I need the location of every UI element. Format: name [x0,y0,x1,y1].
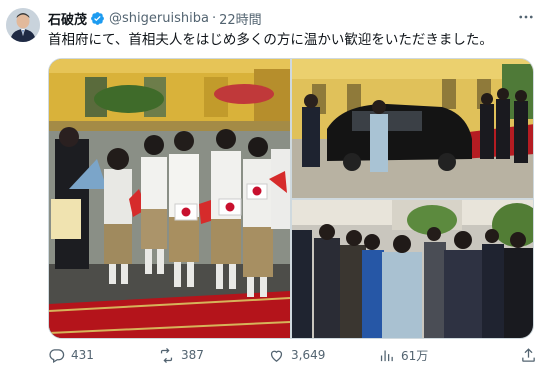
share-icon [522,347,535,362]
reply-icon [49,348,65,363]
views-count: 61万 [401,348,429,363]
reply-count: 431 [71,348,94,362]
heart-icon [270,350,283,362]
action-bar: 431 387 3,649 61万 [48,344,537,366]
repost-icon [160,347,173,363]
author-name[interactable]: 石破茂 [48,9,87,28]
like-count: 3,649 [291,348,326,362]
repost-count: 387 [181,348,204,362]
reply-button[interactable]: 431 [48,344,94,366]
post-time[interactable]: 22時間 [219,9,262,28]
photo-greeting-line[interactable] [292,200,533,338]
more-horizontal-icon [519,15,533,19]
share-button[interactable] [520,344,537,366]
author-handle[interactable]: @shigeruishiba [109,11,209,26]
post-text: 首相府にて、首相夫人をはじめ多くの方に温かい歓迎をいただきました。 [48,32,493,48]
media-grid [48,58,534,339]
photo-children-welcome[interactable] [49,59,290,338]
separator-dot: · [211,10,217,26]
analytics-icon [380,350,393,361]
post-header: 石破茂 @shigeruishiba · 22時間 [48,8,537,28]
verified-badge-icon [90,11,105,26]
more-options-button[interactable] [515,6,537,28]
repost-button[interactable]: 387 [158,344,204,366]
views-button[interactable]: 61万 [378,344,428,366]
avatar[interactable] [6,8,40,42]
photo-motorcade-arrival[interactable] [292,59,533,198]
like-button[interactable]: 3,649 [268,344,325,366]
